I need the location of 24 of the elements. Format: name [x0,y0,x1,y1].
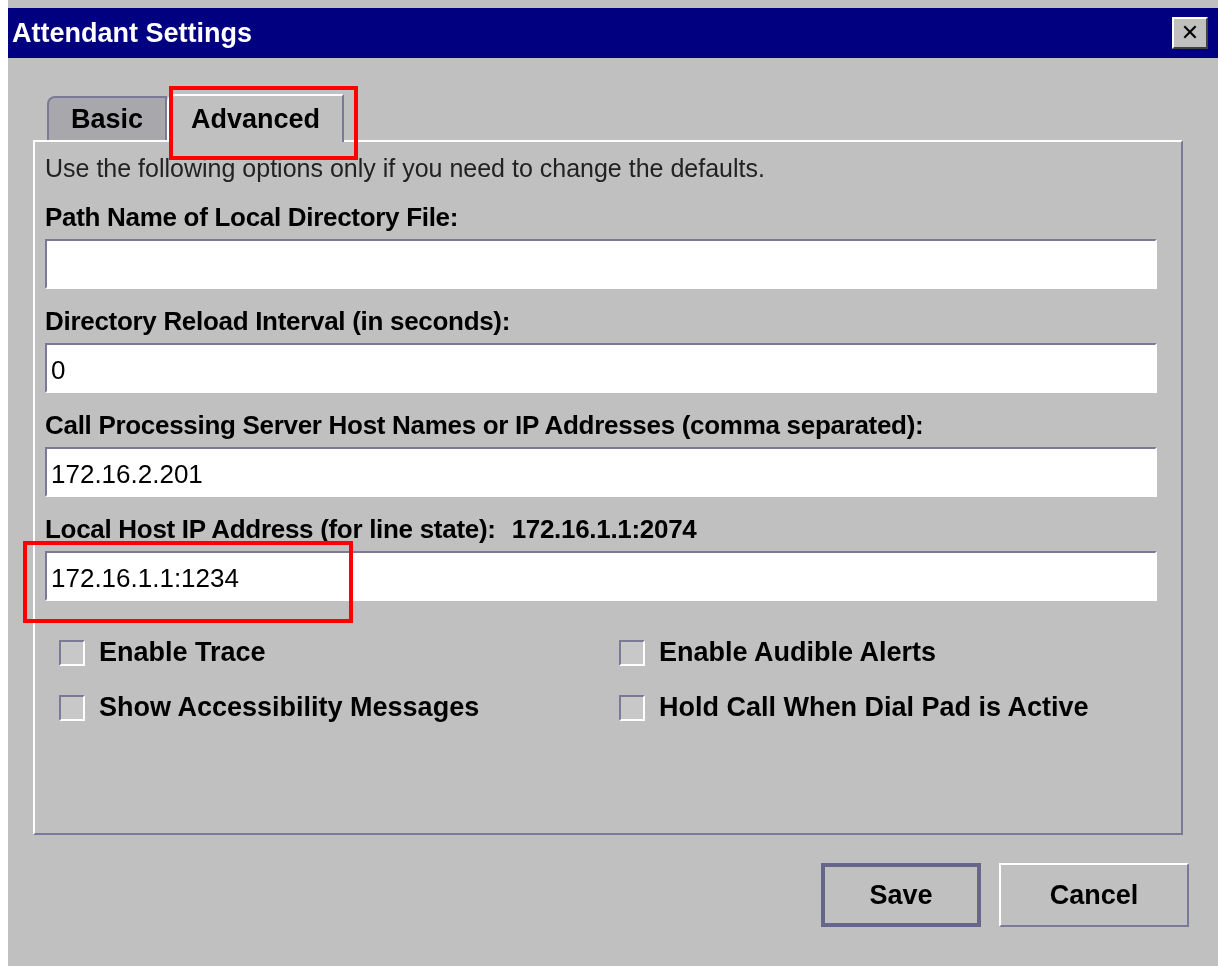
input-field[interactable]: 0 [45,343,1157,393]
checkbox-label: Enable Trace [99,637,266,668]
tab[interactable]: Basic [47,96,168,140]
input-field[interactable]: 172.16.1.1:1234 [45,551,1157,601]
window-title: Attendant Settings [12,17,252,49]
checkbox-label: Show Accessibility Messages [99,692,480,723]
input-field[interactable]: 172.16.2.201 [45,447,1157,497]
field-label: Path Name of Local Directory File: [45,201,459,233]
dialog-button[interactable]: Cancel [999,863,1189,927]
field-label: Local Host IP Address (for line state): [45,513,496,545]
checkbox[interactable] [59,694,85,721]
checkbox[interactable] [59,639,85,666]
checkbox-label: Hold Call When Dial Pad is Active [659,692,1089,723]
field-label: Call Processing Server Host Names or IP Addresses (comma separated): [45,409,924,441]
address-value: 172.16.1.1:2074 [511,513,697,545]
checkbox-label: Enable Audible Alerts [659,637,937,668]
checkbox[interactable] [619,694,645,721]
checkbox[interactable] [619,639,645,666]
intro-text: Use the following options only if you need to change the defaults. [45,154,766,183]
field-label: Directory Reload Interval (in seconds): [45,305,511,337]
dialog-button[interactable]: Save [821,863,981,927]
input-field[interactable] [45,239,1157,289]
close-button[interactable]: ✕ [1172,17,1208,49]
tab[interactable]: Advanced [167,94,345,142]
